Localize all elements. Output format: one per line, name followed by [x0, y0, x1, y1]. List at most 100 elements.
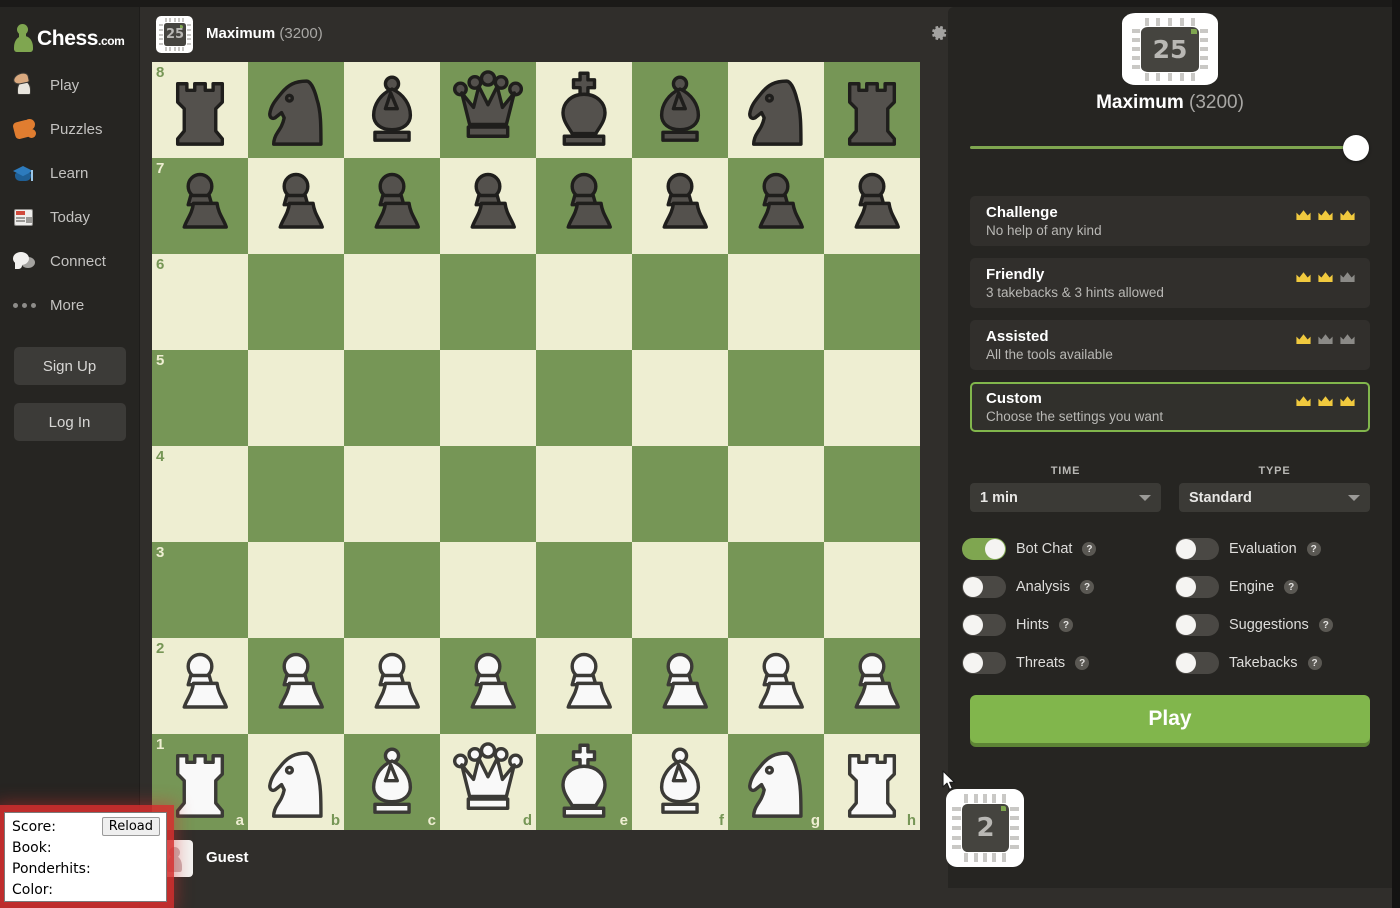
board-square-f8[interactable] [632, 62, 728, 158]
toggle-row-hints[interactable]: Hints? [962, 611, 1169, 639]
help-icon-engine[interactable]: ? [1284, 580, 1299, 594]
piece-bk-e8[interactable] [536, 62, 632, 158]
board-square-b5[interactable] [248, 350, 344, 446]
board-square-c5[interactable] [344, 350, 440, 446]
board-square-h1[interactable]: h [824, 734, 920, 830]
help-icon-evaluation[interactable]: ? [1306, 542, 1321, 556]
board-square-c3[interactable] [344, 542, 440, 638]
board-square-h5[interactable] [824, 350, 920, 446]
board-square-f6[interactable] [632, 254, 728, 350]
toggle-switch-analysis[interactable] [962, 576, 1006, 598]
piece-bp-e7[interactable] [536, 158, 632, 254]
sidebar-item-learn[interactable]: Learn [0, 151, 139, 195]
board-square-b4[interactable] [248, 446, 344, 542]
piece-wp-g2[interactable] [728, 638, 824, 734]
board-square-e7[interactable] [536, 158, 632, 254]
piece-br-a8[interactable] [152, 62, 248, 158]
board-square-e4[interactable] [536, 446, 632, 542]
toggle-switch-hints[interactable] [962, 614, 1006, 636]
piece-wq-d1[interactable] [440, 734, 536, 830]
board-square-h7[interactable] [824, 158, 920, 254]
toggle-row-evaluation[interactable]: Evaluation? [1175, 535, 1382, 563]
board-square-e3[interactable] [536, 542, 632, 638]
bot-strength-slider[interactable] [970, 132, 1370, 164]
toggle-row-bot-chat[interactable]: Bot Chat? [962, 535, 1169, 563]
piece-wr-h1[interactable] [824, 734, 920, 830]
piece-bp-g7[interactable] [728, 158, 824, 254]
board-square-a7[interactable]: 7 [152, 158, 248, 254]
sidebar-item-connect[interactable]: Connect [0, 239, 139, 283]
help-icon-takebacks[interactable]: ? [1307, 656, 1322, 670]
board-square-c7[interactable] [344, 158, 440, 254]
board-square-a2[interactable]: 2 [152, 638, 248, 734]
toggle-row-takebacks[interactable]: Takebacks? [1175, 649, 1382, 677]
piece-wn-g1[interactable] [728, 734, 824, 830]
board-square-f5[interactable] [632, 350, 728, 446]
board-square-d7[interactable] [440, 158, 536, 254]
board-square-g1[interactable]: g [728, 734, 824, 830]
toggle-switch-bot-chat[interactable] [962, 538, 1006, 560]
board-square-f2[interactable] [632, 638, 728, 734]
piece-wp-d2[interactable] [440, 638, 536, 734]
toggle-row-engine[interactable]: Engine? [1175, 573, 1382, 601]
piece-bq-d8[interactable] [440, 62, 536, 158]
help-icon-suggestions[interactable]: ? [1318, 618, 1333, 632]
board-square-d1[interactable]: d [440, 734, 536, 830]
board-square-e1[interactable]: e [536, 734, 632, 830]
log-in-button[interactable]: Log In [13, 403, 126, 441]
toggle-switch-engine[interactable] [1175, 576, 1219, 598]
piece-wb-f1[interactable] [632, 734, 728, 830]
board-square-f3[interactable] [632, 542, 728, 638]
board-square-c4[interactable] [344, 446, 440, 542]
board-square-g7[interactable] [728, 158, 824, 254]
board-square-e5[interactable] [536, 350, 632, 446]
board-square-f7[interactable] [632, 158, 728, 254]
board-square-b8[interactable] [248, 62, 344, 158]
board-square-h6[interactable] [824, 254, 920, 350]
board-square-d6[interactable] [440, 254, 536, 350]
sidebar-item-puzzles[interactable]: Puzzles [0, 107, 139, 151]
board-square-a4[interactable]: 4 [152, 446, 248, 542]
sidebar-item-today[interactable]: Today [0, 195, 139, 239]
board-square-g3[interactable] [728, 542, 824, 638]
board-square-f1[interactable]: f [632, 734, 728, 830]
chesscom-logo[interactable]: Chess.com [0, 7, 139, 55]
help-icon-threats[interactable]: ? [1075, 656, 1090, 670]
piece-wp-c2[interactable] [344, 638, 440, 734]
sidebar-item-play[interactable]: Play [0, 63, 139, 107]
board-square-b1[interactable]: b [248, 734, 344, 830]
toggle-row-threats[interactable]: Threats? [962, 649, 1169, 677]
piece-wn-b1[interactable] [248, 734, 344, 830]
board-square-e2[interactable] [536, 638, 632, 734]
toggle-row-analysis[interactable]: Analysis? [962, 573, 1169, 601]
board-square-a6[interactable]: 6 [152, 254, 248, 350]
mode-option-challenge[interactable]: Challenge No help of any kind [970, 196, 1370, 246]
sidebar-item-more[interactable]: More [0, 283, 139, 327]
board-square-b3[interactable] [248, 542, 344, 638]
board-square-d5[interactable] [440, 350, 536, 446]
board-square-d2[interactable] [440, 638, 536, 734]
piece-bb-f8[interactable] [632, 62, 728, 158]
board-square-d8[interactable] [440, 62, 536, 158]
board-square-c1[interactable]: c [344, 734, 440, 830]
piece-wp-h2[interactable] [824, 638, 920, 734]
toggle-switch-suggestions[interactable] [1175, 614, 1219, 636]
board-square-g5[interactable] [728, 350, 824, 446]
board-square-c2[interactable] [344, 638, 440, 734]
piece-wp-a2[interactable] [152, 638, 248, 734]
board-square-a8[interactable]: 8 [152, 62, 248, 158]
board-square-h4[interactable] [824, 446, 920, 542]
toggle-row-suggestions[interactable]: Suggestions? [1175, 611, 1382, 639]
piece-bp-c7[interactable] [344, 158, 440, 254]
piece-bp-b7[interactable] [248, 158, 344, 254]
piece-wp-e2[interactable] [536, 638, 632, 734]
help-icon-bot-chat[interactable]: ? [1082, 542, 1097, 556]
opponent-avatar[interactable]: 25 [156, 16, 193, 53]
bot-selector-tile[interactable]: 2 [946, 789, 1024, 867]
reload-button[interactable]: Reload [101, 817, 160, 836]
toggle-switch-evaluation[interactable] [1175, 538, 1219, 560]
board-square-a3[interactable]: 3 [152, 542, 248, 638]
toggle-switch-threats[interactable] [962, 652, 1006, 674]
play-button[interactable]: Play [970, 695, 1370, 743]
time-select[interactable]: 1 min [970, 483, 1161, 512]
